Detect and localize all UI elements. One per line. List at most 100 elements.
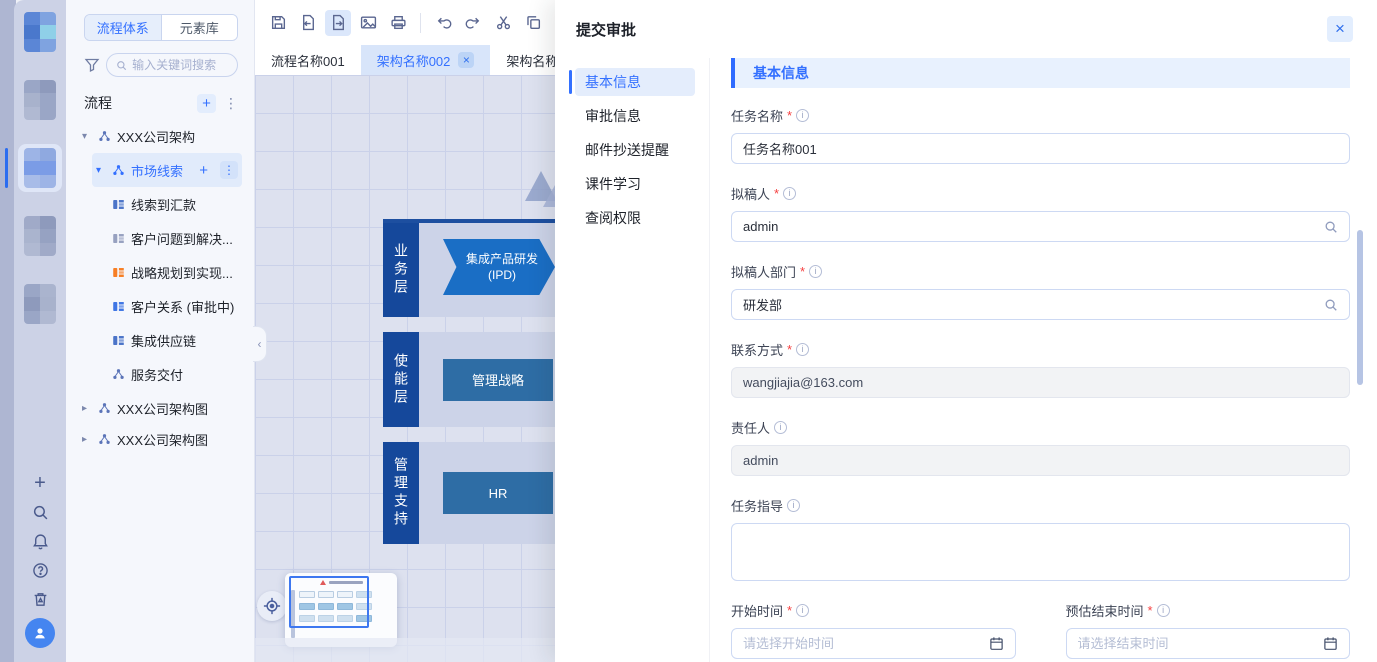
drafter-input[interactable] — [743, 219, 1316, 234]
search-icon[interactable] — [30, 502, 50, 522]
info-icon: i — [1157, 604, 1170, 617]
tree-item-arch-diagram-1[interactable]: ▸ XXX公司架构图 — [66, 391, 254, 425]
app-icon[interactable] — [18, 76, 62, 124]
tree-section-title: 流程 — [84, 93, 112, 113]
user-avatar[interactable] — [25, 618, 55, 648]
tree-item-strategy-to-execution[interactable]: 战略规划到实现... — [66, 255, 254, 289]
doc-tab-process-001[interactable]: 流程名称001 — [255, 45, 361, 75]
lane-label: 管理支持 — [383, 442, 419, 544]
search-icon[interactable] — [1324, 220, 1338, 234]
tree-item-label: 客户关系 (审批中) — [131, 297, 234, 316]
chevron-right-icon[interactable]: ▸ — [82, 403, 92, 414]
filter-icon[interactable] — [84, 57, 100, 73]
menu-courseware-learning[interactable]: 课件学习 — [575, 170, 695, 198]
add-child-button[interactable]: + — [199, 162, 208, 179]
required-mark: * — [800, 264, 805, 279]
export-icon[interactable] — [325, 10, 351, 36]
add-icon[interactable]: + — [30, 473, 50, 493]
minimap[interactable] — [285, 573, 397, 647]
export-image-icon[interactable] — [355, 10, 381, 36]
start-time-input[interactable] — [743, 636, 981, 651]
field-label: 预估结束时间 — [1066, 601, 1144, 620]
task-name-field[interactable] — [731, 133, 1350, 164]
tree-item-issue-to-resolution[interactable]: 客户问题到解决... — [66, 221, 254, 255]
tree-item-label: 战略规划到实现... — [131, 263, 233, 282]
tree-item-service-delivery[interactable]: 服务交付 — [66, 357, 254, 391]
tree-item-leads-to-cash[interactable]: 线索到汇款 — [66, 187, 254, 221]
redo-icon[interactable] — [460, 10, 486, 36]
guidance-field[interactable] — [731, 523, 1350, 581]
calendar-icon[interactable] — [989, 636, 1004, 651]
required-mark: * — [787, 342, 792, 357]
app-icon-selected[interactable] — [18, 144, 62, 192]
tree-item-label: 市场线索 — [131, 161, 183, 180]
drafter-dept-field[interactable] — [731, 289, 1350, 320]
tree-item-market-leads[interactable]: ▾ 市场线索 + ⋮ — [92, 153, 242, 187]
task-name-input[interactable] — [743, 141, 1338, 156]
drafter-dept-input[interactable] — [743, 297, 1316, 312]
close-tab-icon[interactable]: × — [458, 52, 474, 68]
chevron-down-icon[interactable]: ▾ — [82, 131, 92, 142]
menu-mail-cc-reminder[interactable]: 邮件抄送提醒 — [575, 136, 695, 164]
trash-icon[interactable] — [30, 589, 50, 609]
drawer-title: 提交审批 — [576, 19, 636, 40]
app-icon[interactable] — [18, 280, 62, 328]
required-mark: * — [1148, 603, 1153, 618]
start-time-field[interactable] — [731, 628, 1016, 659]
chevron-down-icon[interactable]: ▾ — [96, 165, 106, 176]
tab-element-library[interactable]: 元素库 — [162, 15, 238, 40]
help-icon[interactable] — [30, 560, 50, 580]
copy-icon[interactable] — [520, 10, 546, 36]
cut-icon[interactable] — [490, 10, 516, 36]
tab-process-system[interactable]: 流程体系 — [85, 15, 162, 40]
import-icon[interactable] — [295, 10, 321, 36]
app-icon[interactable] — [18, 212, 62, 260]
tree-item-supply-chain[interactable]: 集成供应链 — [66, 323, 254, 357]
doc-tab-arch-002[interactable]: 架构名称002 × — [361, 45, 491, 75]
lane-label: 业务层 — [383, 223, 419, 317]
close-icon[interactable]: × — [1327, 16, 1353, 42]
panel-collapse-handle[interactable]: ‹ — [253, 326, 267, 362]
tree-search-input[interactable] — [132, 58, 228, 72]
owner-input — [743, 453, 1338, 468]
print-icon[interactable] — [385, 10, 411, 36]
shape-ipd-arrow[interactable]: 集成产品研发 (IPD) — [443, 239, 555, 295]
lane-label: 使能层 — [383, 332, 419, 427]
minimap-viewport[interactable] — [289, 576, 369, 628]
end-time-field[interactable] — [1066, 628, 1351, 659]
shape-hr-rect[interactable]: HR — [443, 472, 553, 514]
search-icon[interactable] — [1324, 298, 1338, 312]
field-label: 任务名称 — [731, 106, 783, 125]
info-icon: i — [774, 421, 787, 434]
guidance-textarea[interactable] — [732, 524, 1349, 580]
more-icon[interactable]: ⋮ — [220, 161, 238, 179]
toolbar-divider — [420, 13, 421, 33]
menu-view-permission[interactable]: 查阅权限 — [575, 204, 695, 232]
tree-item-arch-diagram-2[interactable]: ▸ XXX公司架构图 — [66, 425, 254, 453]
tree-item-label: 线索到汇款 — [131, 195, 196, 214]
shape-strategy-rect[interactable]: 管理战略 — [443, 359, 553, 401]
owner-field — [731, 445, 1350, 476]
save-icon[interactable] — [265, 10, 291, 36]
end-time-input[interactable] — [1078, 636, 1316, 651]
menu-basic-info[interactable]: 基本信息 — [575, 68, 695, 96]
menu-approval-info[interactable]: 审批信息 — [575, 102, 695, 130]
calendar-icon[interactable] — [1323, 636, 1338, 651]
add-process-button[interactable]: + — [197, 94, 216, 113]
info-icon: i — [796, 604, 809, 617]
scrollbar-thumb[interactable] — [1357, 230, 1363, 385]
submit-approval-drawer: 提交审批 × 基本信息 审批信息 邮件抄送提醒 课件学习 查阅权限 基本信息 任… — [555, 0, 1377, 662]
tree-item-label: 服务交付 — [131, 365, 183, 384]
tree-search[interactable] — [106, 53, 238, 77]
info-icon: i — [783, 187, 796, 200]
locate-crosshair-button[interactable] — [257, 591, 287, 621]
tree-item-customer-relation[interactable]: 客户关系 (审批中) — [66, 289, 254, 323]
bell-icon[interactable] — [30, 531, 50, 551]
required-mark: * — [787, 603, 792, 618]
chevron-right-icon[interactable]: ▸ — [82, 434, 92, 445]
drafter-field[interactable] — [731, 211, 1350, 242]
undo-icon[interactable] — [430, 10, 456, 36]
more-icon[interactable]: ⋮ — [224, 95, 238, 112]
tree-item-company-arch[interactable]: ▾ XXX公司架构 — [66, 119, 254, 153]
app-logo[interactable] — [18, 8, 62, 56]
